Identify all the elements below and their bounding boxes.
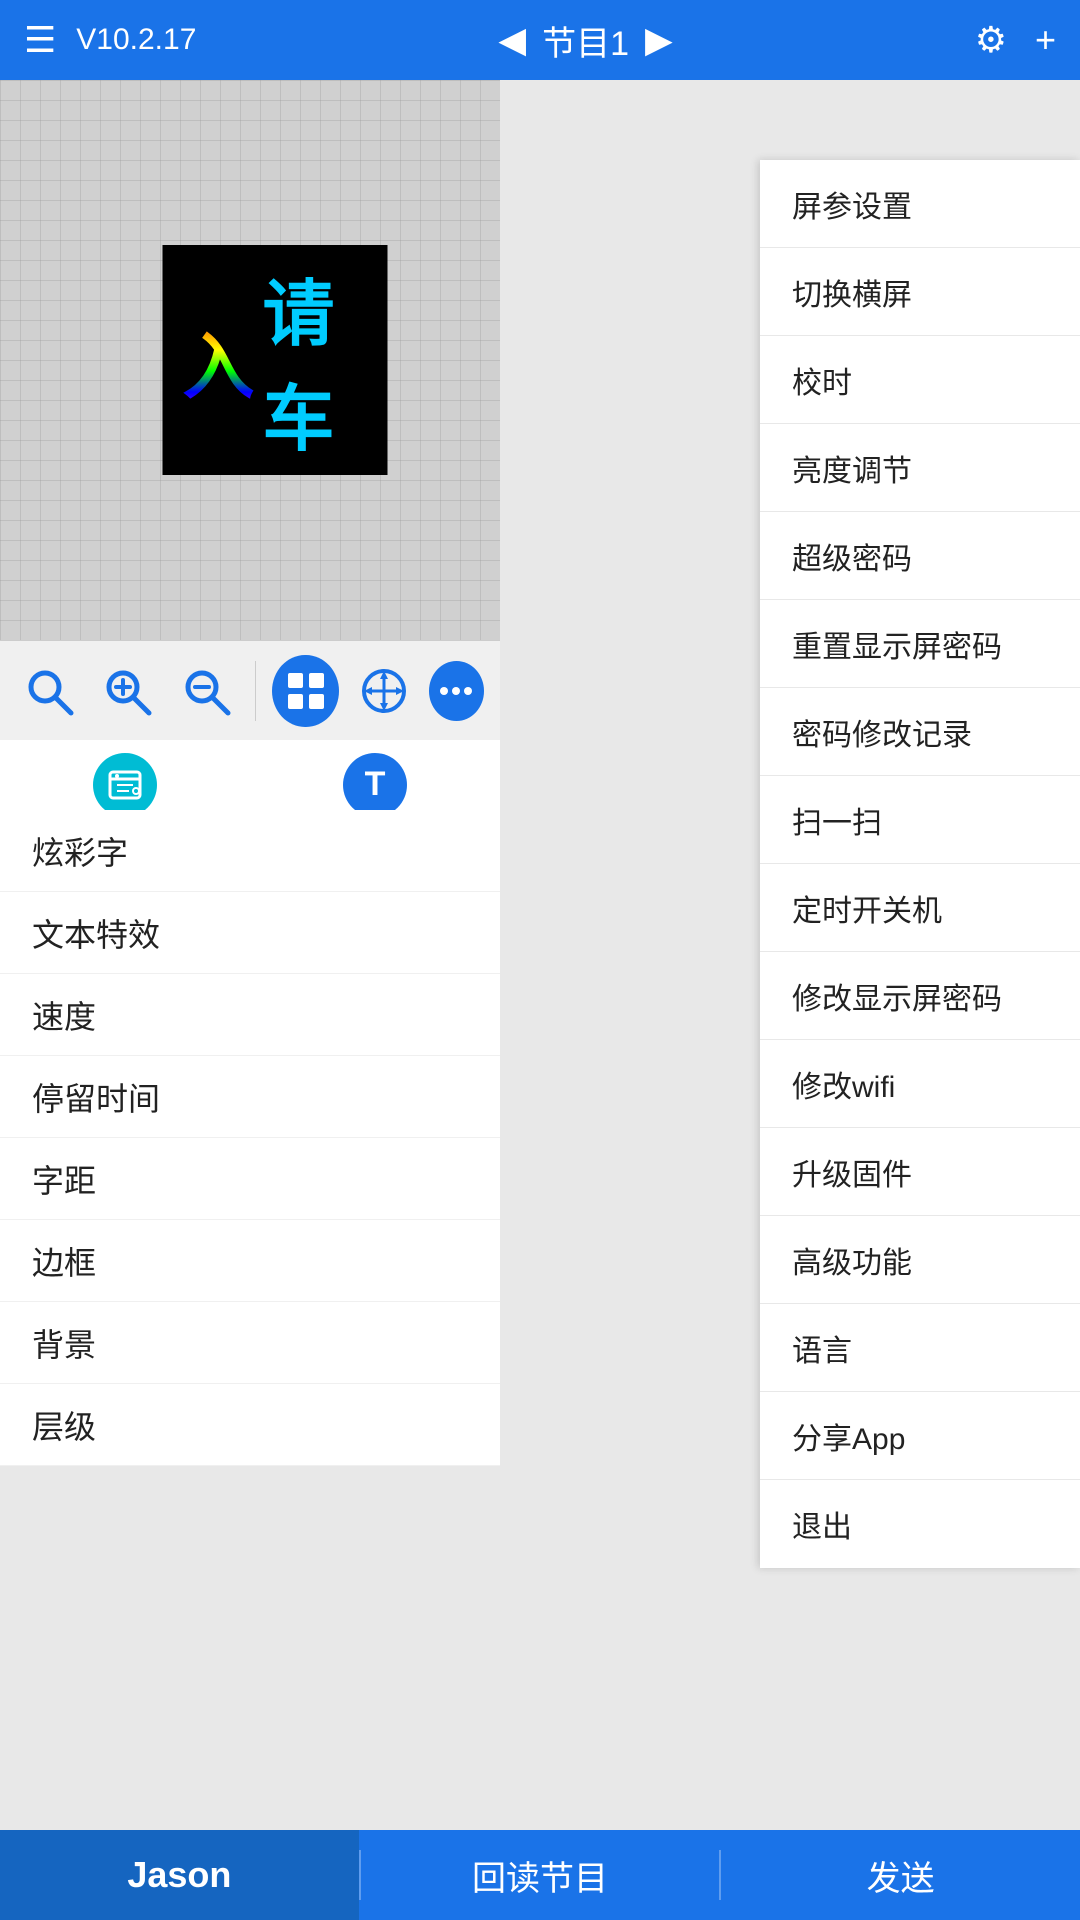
- more-tools-button[interactable]: [429, 661, 484, 721]
- prop-item-border[interactable]: 边框: [0, 1220, 500, 1302]
- zoom-out-button[interactable]: [172, 655, 238, 727]
- next-program-button[interactable]: ▶: [645, 19, 673, 61]
- led-text-enter: 入: [183, 308, 255, 413]
- menu-item-exit[interactable]: 退出: [760, 1480, 1080, 1568]
- zoom-in-button[interactable]: [94, 655, 160, 727]
- menu-item-brightness[interactable]: 亮度调节: [760, 424, 1080, 512]
- menu-item-reset-screen-password[interactable]: 重置显示屏密码: [760, 600, 1080, 688]
- toolbar: [0, 640, 500, 740]
- menu-item-advanced-features[interactable]: 高级功能: [760, 1216, 1080, 1304]
- bottom-bar: Jason 回读节目 发送: [0, 1830, 1080, 1920]
- menu-item-calibrate-time[interactable]: 校时: [760, 336, 1080, 424]
- zoom-fit-button[interactable]: [16, 655, 82, 727]
- prop-item-layer[interactable]: 层级: [0, 1384, 500, 1466]
- send-button[interactable]: 发送: [721, 1830, 1080, 1920]
- canvas-content: 入 请车: [163, 245, 388, 475]
- add-icon[interactable]: +: [1035, 19, 1056, 61]
- top-bar-left: ☰ V10.2.17: [24, 22, 196, 58]
- prop-item-colorful-text[interactable]: 炫彩字: [0, 810, 500, 892]
- prop-item-text-effect[interactable]: 文本特效: [0, 892, 500, 974]
- led-preview: 入 请车: [163, 245, 388, 475]
- reload-program-button[interactable]: 回读节目: [361, 1830, 720, 1920]
- prop-item-dwell-time[interactable]: 停留时间: [0, 1056, 500, 1138]
- top-bar-center: ◀ 节目1 ▶: [498, 16, 672, 65]
- program-title: 节目1: [542, 16, 629, 65]
- menu-item-upgrade-firmware[interactable]: 升级固件: [760, 1128, 1080, 1216]
- menu-item-switch-landscape[interactable]: 切换横屏: [760, 248, 1080, 336]
- jason-button[interactable]: Jason: [0, 1830, 359, 1920]
- canvas-area: 入 请车: [0, 80, 500, 640]
- toolbar-separator: [255, 661, 257, 721]
- menu-item-change-screen-password[interactable]: 修改显示屏密码: [760, 952, 1080, 1040]
- main-content: 入 请车: [0, 80, 1080, 1910]
- prev-program-button[interactable]: ◀: [498, 19, 526, 61]
- menu-item-scheduled-power[interactable]: 定时开关机: [760, 864, 1080, 952]
- menu-item-super-password[interactable]: 超级密码: [760, 512, 1080, 600]
- dropdown-menu: 屏参设置 切换横屏 校时 亮度调节 超级密码 重置显示屏密码 密码修改记录 扫一…: [760, 160, 1080, 1568]
- menu-item-password-change-log[interactable]: 密码修改记录: [760, 688, 1080, 776]
- led-text-please: 请车: [263, 255, 368, 465]
- text-tab-icon: T: [343, 753, 407, 817]
- menu-item-share-app[interactable]: 分享App: [760, 1392, 1080, 1480]
- settings-tab-icon: [93, 753, 157, 817]
- property-list: 炫彩字 文本特效 速度 停留时间 字距 边框 背景 层级: [0, 810, 500, 1466]
- top-bar-right: ⚙ +: [975, 19, 1056, 61]
- version-label: V10.2.17: [76, 23, 196, 57]
- prop-item-background[interactable]: 背景: [0, 1302, 500, 1384]
- top-bar: ☰ V10.2.17 ◀ 节目1 ▶ ⚙ +: [0, 0, 1080, 80]
- grid-view-button[interactable]: [272, 655, 338, 727]
- prop-item-speed[interactable]: 速度: [0, 974, 500, 1056]
- settings-icon[interactable]: ⚙: [975, 19, 1007, 61]
- prop-item-char-spacing[interactable]: 字距: [0, 1138, 500, 1220]
- menu-item-language[interactable]: 语言: [760, 1304, 1080, 1392]
- hamburger-icon[interactable]: ☰: [24, 22, 56, 58]
- menu-item-change-wifi[interactable]: 修改wifi: [760, 1040, 1080, 1128]
- move-button[interactable]: [351, 655, 417, 727]
- menu-item-screen-params[interactable]: 屏参设置: [760, 160, 1080, 248]
- menu-item-scan-qr[interactable]: 扫一扫: [760, 776, 1080, 864]
